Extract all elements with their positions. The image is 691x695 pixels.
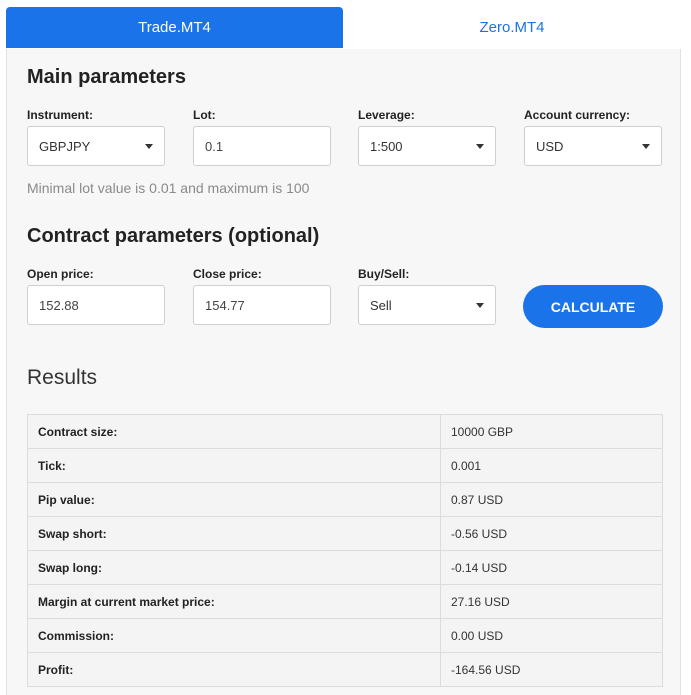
open-price-input[interactable] xyxy=(39,297,149,313)
table-row: Pip value: 0.87 USD xyxy=(27,482,663,517)
result-key: Swap short: xyxy=(27,516,441,551)
result-key: Margin at current market price: xyxy=(27,584,441,619)
result-key: Tick: xyxy=(27,448,441,483)
close-price-input[interactable] xyxy=(205,297,315,313)
close-price-label: Close price: xyxy=(193,267,262,281)
lot-hint-text: Minimal lot value is 0.01 and maximum is… xyxy=(27,180,310,196)
instrument-select-value: GBPJPY xyxy=(39,138,91,154)
result-value: 10000 GBP xyxy=(440,414,663,449)
open-price-label: Open price: xyxy=(27,267,94,281)
table-row: Profit: -164.56 USD xyxy=(27,652,663,687)
result-value: -164.56 USD xyxy=(440,652,663,687)
table-row: Contract size: 10000 GBP xyxy=(27,414,663,449)
open-price-field-wrap xyxy=(27,285,165,325)
caret-down-icon xyxy=(476,144,484,149)
table-row: Commission: 0.00 USD xyxy=(27,618,663,653)
result-key: Contract size: xyxy=(27,414,441,449)
instrument-label: Instrument: xyxy=(27,108,93,122)
table-row: Swap short: -0.56 USD xyxy=(27,516,663,551)
result-value: 0.001 xyxy=(440,448,663,483)
results-table: Contract size: 10000 GBP Tick: 0.001 Pip val… xyxy=(27,414,663,687)
table-row: Margin at current market price: 27.16 USD xyxy=(27,584,663,619)
table-row: Tick: 0.001 xyxy=(27,448,663,483)
caret-down-icon xyxy=(642,144,650,149)
calculator-panel: Main parameters Instrument: Lot: Leverag… xyxy=(6,49,681,695)
account-currency-label: Account currency: xyxy=(524,108,631,122)
results-title: Results xyxy=(27,366,98,389)
calculator-tabs: Trade.MT4 Zero.MT4 xyxy=(6,7,681,48)
calculate-button[interactable]: CALCULATE xyxy=(523,285,663,328)
buy-sell-label: Buy/Sell: xyxy=(358,267,410,281)
contract-parameters-title: Contract parameters (optional) xyxy=(27,225,320,247)
lot-field-wrap xyxy=(193,126,331,166)
leverage-select-value: 1:500 xyxy=(370,138,403,154)
lot-input[interactable] xyxy=(205,138,315,154)
buy-sell-select-value: Sell xyxy=(370,297,392,313)
tab-zero-mt4[interactable]: Zero.MT4 xyxy=(343,7,681,48)
account-currency-select[interactable]: USD xyxy=(524,126,662,166)
result-key: Swap long: xyxy=(27,550,441,585)
lot-label: Lot: xyxy=(193,108,216,122)
result-value: 27.16 USD xyxy=(440,584,663,619)
result-key: Commission: xyxy=(27,618,441,653)
main-parameters-title: Main parameters xyxy=(27,66,186,88)
account-currency-select-value: USD xyxy=(536,138,564,154)
close-price-field-wrap xyxy=(193,285,331,325)
instrument-select[interactable]: GBPJPY xyxy=(27,126,165,166)
caret-down-icon xyxy=(476,303,484,308)
result-value: 0.00 USD xyxy=(440,618,663,653)
leverage-label: Leverage: xyxy=(358,108,415,122)
result-key: Profit: xyxy=(27,652,441,687)
tab-trade-mt4[interactable]: Trade.MT4 xyxy=(6,7,343,48)
result-value: -0.14 USD xyxy=(440,550,663,585)
result-value: -0.56 USD xyxy=(440,516,663,551)
table-row: Swap long: -0.14 USD xyxy=(27,550,663,585)
leverage-select[interactable]: 1:500 xyxy=(358,126,496,166)
caret-down-icon xyxy=(145,144,153,149)
buy-sell-select[interactable]: Sell xyxy=(358,285,496,325)
result-key: Pip value: xyxy=(27,482,441,517)
result-value: 0.87 USD xyxy=(440,482,663,517)
